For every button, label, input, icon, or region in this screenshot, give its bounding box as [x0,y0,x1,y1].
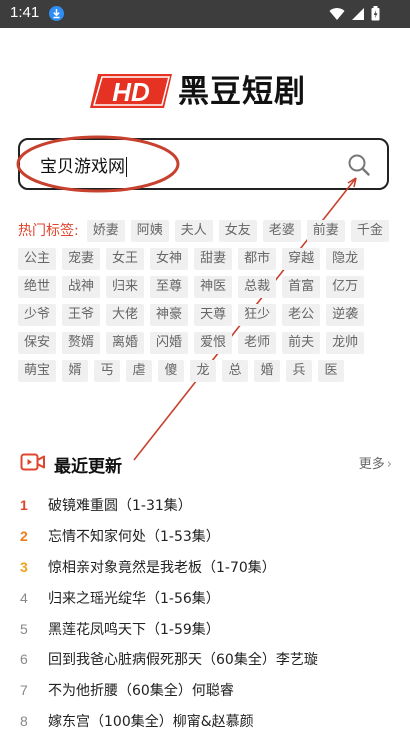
tag-item[interactable]: 前妻 [306,220,345,242]
tag-item[interactable]: 保安 [18,332,57,354]
tag-item[interactable]: 婚 [254,360,281,382]
tag-item[interactable]: 阿姨 [130,220,169,242]
app-logo: HD 黑豆短剧 [90,72,320,112]
tag-item[interactable]: 老公 [282,304,321,326]
search-icon[interactable] [347,153,371,177]
wifi-icon [329,7,345,20]
tag-item[interactable]: 总裁 [238,276,277,298]
list-item-title: 回到我爸心脏病假死那天（60集全）李艺璇 [48,652,318,669]
tag-item[interactable]: 医 [318,360,345,382]
list-item-rank: 1 [20,497,28,514]
list-item[interactable]: 1 破镜难重圆（1-31集） [18,490,398,521]
list-item-title: 黑莲花凤鸣天下（1-59集） [48,621,220,638]
tag-item[interactable]: 赘婿 [62,332,101,354]
tag-item[interactable]: 丐 [94,360,121,382]
list-item-rank: 7 [20,682,28,699]
status-time: 1:41 [10,4,40,21]
tag-item[interactable]: 女神 [150,248,189,270]
hd-logo-icon: HD [90,74,172,108]
list-item-title: 嫁东宫（100集全）柳甯&赵慕颜 [48,713,254,729]
list-item-rank: 8 [20,712,28,729]
tag-item[interactable]: 爱恨 [194,332,233,354]
text-caret [126,157,127,177]
list-item[interactable]: 8 嫁东宫（100集全）柳甯&赵慕颜 [18,706,398,729]
battery-icon [371,6,380,21]
tag-item[interactable]: 兵 [286,360,313,382]
tag-item[interactable]: 大佬 [106,304,145,326]
tag-item[interactable]: 甜妻 [194,248,233,270]
tag-item[interactable]: 女王 [106,248,145,270]
list-item-rank: 3 [20,558,28,575]
tag-item[interactable]: 萌宝 [18,360,57,382]
video-icon [20,453,45,471]
list-item-title: 忘情不知家何处（1-53集） [48,529,220,546]
list-item-title: 惊相亲对象竟然是我老板（1-70集） [48,559,276,576]
list-item-title: 不为他折腰（60集全）何聪睿 [48,683,234,700]
list-item[interactable]: 4 归来之瑶光绽华（1-56集） [18,582,398,613]
tag-item[interactable]: 傻 [158,360,185,382]
tag-item[interactable]: 神豪 [150,304,189,326]
tag-item[interactable]: 龙帅 [326,332,365,354]
tag-item[interactable]: 穿越 [282,248,321,270]
tag-item[interactable]: 娇妻 [86,220,125,242]
tag-item[interactable]: 虐 [126,360,153,382]
chevron-right-icon: › [386,457,392,472]
tag-item[interactable]: 至尊 [150,276,189,298]
list-item[interactable]: 5 黑莲花凤鸣天下（1-59集） [18,613,398,644]
list-item-title: 归来之瑶光绽华（1-56集） [48,590,220,607]
recent-section-header: 最近更新 更多 › [20,448,392,478]
tag-item[interactable]: 归来 [106,276,145,298]
tag-item[interactable]: 神医 [194,276,233,298]
list-item-rank: 6 [20,651,28,668]
tag-item[interactable]: 战神 [62,276,101,298]
tag-item[interactable]: 龙 [190,360,217,382]
tag-item[interactable]: 离婚 [106,332,145,354]
search-box[interactable]: 宝贝游戏网 [18,138,389,190]
tag-item[interactable]: 逆袭 [326,304,365,326]
system-icons [329,6,380,21]
tag-item[interactable]: 亿万 [326,276,365,298]
more-link[interactable]: 更多 › [359,453,392,472]
download-icon [49,6,64,21]
tag-item[interactable]: 狂少 [238,304,277,326]
recent-list: 1 破镜难重圆（1-31集） 2 忘情不知家何处（1-53集） 3 惊相亲对象竟… [18,490,398,729]
tag-item[interactable]: 都市 [238,248,277,270]
tag-item[interactable]: 公主 [18,248,57,270]
tag-item[interactable]: 千金 [350,220,389,242]
list-item-title: 破镜难重圆（1-31集） [48,498,192,515]
tag-item[interactable]: 宠妻 [62,248,101,270]
search-input-value: 宝贝游戏网 [40,157,125,177]
tag-item[interactable]: 绝世 [18,276,57,298]
tag-item[interactable]: 天尊 [194,304,233,326]
tag-item[interactable]: 王爷 [62,304,101,326]
tag-item[interactable]: 闪婚 [150,332,189,354]
tag-item[interactable]: 夫人 [174,220,213,242]
tag-item[interactable]: 隐龙 [326,248,365,270]
list-item[interactable]: 3 惊相亲对象竟然是我老板（1-70集） [18,552,398,583]
list-item[interactable]: 7 不为他折腰（60集全）何聪睿 [18,675,398,706]
list-item-rank: 5 [20,620,28,637]
hd-logo-text: HD [112,77,150,107]
hot-tags: 热门标签: 娇妻 阿姨 夫人 女友 老婆 前妻 千金 公主 宠妻 女王 女神 甜… [18,220,394,382]
list-item[interactable]: 6 回到我爸心脏病假死那天（60集全）李艺璇 [18,644,398,675]
tag-item[interactable]: 女友 [218,220,257,242]
signal-icon [352,7,364,20]
list-item-rank: 4 [20,589,28,606]
tag-item[interactable]: 前夫 [282,332,321,354]
tag-item[interactable]: 老师 [238,332,277,354]
search-input[interactable]: 宝贝游戏网 [40,152,127,177]
status-bar: 1:41 [0,0,410,28]
tag-item[interactable]: 老婆 [262,220,301,242]
app-title: 黑豆短剧 [178,74,306,110]
list-item[interactable]: 2 忘情不知家何处（1-53集） [18,521,398,552]
tag-item[interactable]: 首富 [282,276,321,298]
tag-item[interactable]: 婿 [62,360,89,382]
recent-section-title: 最近更新 [54,457,122,477]
list-item-rank: 2 [20,528,28,545]
tag-item[interactable]: 少爷 [18,304,57,326]
tag-item[interactable]: 总 [222,360,249,382]
hot-tags-label: 热门标签: [18,223,79,239]
more-label: 更多 [358,457,385,472]
